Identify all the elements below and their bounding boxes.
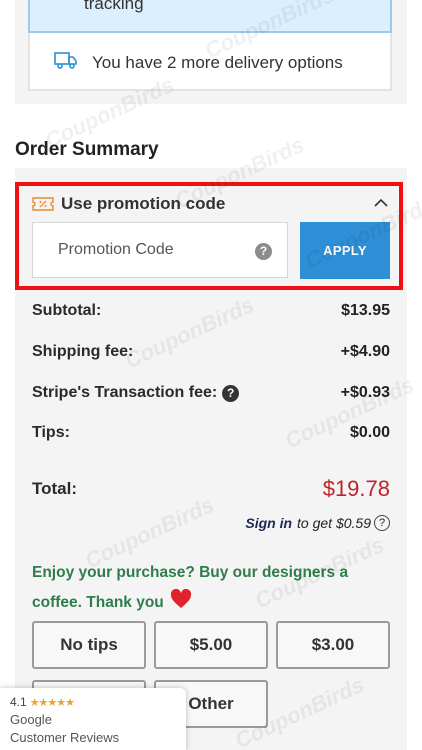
truck-icon: [54, 52, 77, 69]
promotion-code-placeholder: Promotion Code: [58, 241, 174, 258]
tracking-option[interactable]: tracking: [28, 0, 392, 33]
shipping-fee-value: +$4.90: [340, 343, 390, 360]
signin-link[interactable]: Sign in: [245, 515, 292, 531]
transaction-fee-value: +$0.93: [340, 384, 390, 401]
tip-no-tips-button[interactable]: No tips: [32, 621, 146, 669]
tips-value: $0.00: [349, 424, 390, 441]
help-icon[interactable]: ?: [255, 243, 272, 260]
tip-prompt: Enjoy your purchase? Buy our designers a…: [32, 558, 372, 618]
tracking-label: tracking: [84, 0, 144, 13]
total-row: Total: $19.78: [32, 476, 390, 502]
coupon-icon: [32, 197, 54, 211]
heart-icon: [171, 589, 192, 608]
google-brand: Google: [10, 712, 52, 727]
google-rating: 4.1 ★★★★★: [10, 695, 75, 709]
subtotal-row: Subtotal: $13.95: [32, 302, 390, 320]
subtotal-label: Subtotal:: [32, 302, 102, 319]
delivery-options-row[interactable]: You have 2 more delivery options: [28, 33, 392, 91]
promotion-code-input[interactable]: Promotion Code ?: [32, 222, 288, 278]
help-icon[interactable]: ?: [374, 515, 390, 531]
tip-3-button[interactable]: $3.00: [276, 621, 390, 669]
shipping-fee-label: Shipping fee:: [32, 343, 134, 360]
star-rating-icon: ★★★★★: [29, 696, 75, 709]
apply-button[interactable]: APPLY: [300, 222, 390, 279]
transaction-fee-label-wrap: Stripe's Transaction fee: ?: [32, 384, 240, 402]
total-value: $19.78: [322, 476, 390, 501]
signin-reward-text: to get $0.59: [297, 515, 371, 531]
chevron-up-icon[interactable]: [373, 196, 389, 208]
transaction-fee-label: Stripe's Transaction fee:: [32, 384, 218, 401]
subtotal-value: $13.95: [341, 302, 390, 319]
shipping-fee-row: Shipping fee: +$4.90: [32, 343, 390, 361]
transaction-fee-row: Stripe's Transaction fee: ? +$0.93: [32, 384, 390, 402]
signin-hint: Sign in to get $0.59 ?: [245, 515, 390, 531]
google-reviews-badge[interactable]: 4.1 ★★★★★ Google Customer Reviews: [0, 688, 186, 750]
help-icon[interactable]: ?: [222, 384, 240, 402]
order-summary-title: Order Summary: [15, 139, 159, 160]
tips-label: Tips:: [32, 424, 70, 441]
promotion-toggle[interactable]: Use promotion code: [32, 193, 225, 215]
tips-row: Tips: $0.00: [32, 424, 390, 442]
total-label: Total:: [32, 479, 78, 498]
google-caption: Customer Reviews: [10, 730, 120, 745]
promotion-label: Use promotion code: [61, 194, 226, 213]
delivery-options-text: You have 2 more delivery options: [92, 53, 343, 72]
tip-5-button[interactable]: $5.00: [154, 621, 268, 669]
google-rating-value: 4.1: [10, 695, 27, 709]
